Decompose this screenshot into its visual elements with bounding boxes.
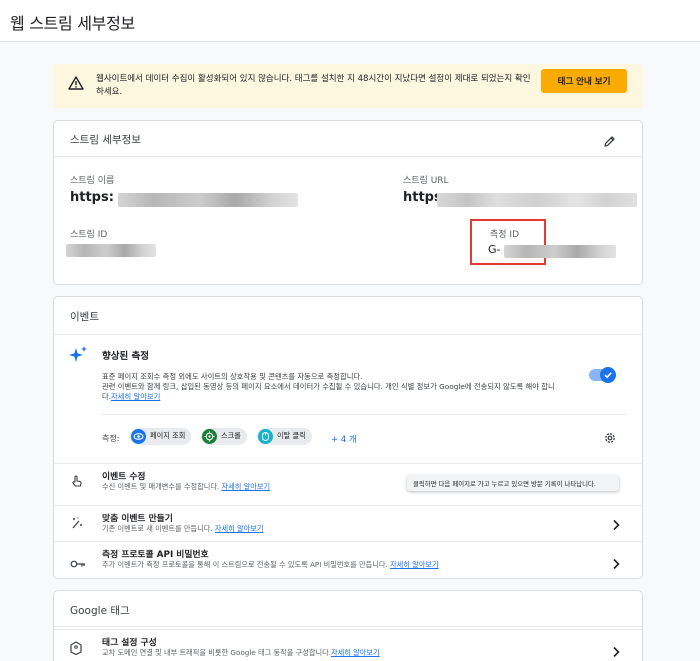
enhanced-desc-line1: 표준 페이지 조회수 측정 외에도 사이트의 상호작용 및 콘텐츠를 자동으로 … bbox=[102, 372, 363, 381]
row-sub-text: 수신 이벤트 및 매개변수를 수정합니다. bbox=[102, 482, 220, 491]
events-card: 이벤트 향상된 측정 표준 페이지 조회수 측정 외에도 사이트의 상호작용 및… bbox=[53, 296, 643, 579]
chevron-right-icon bbox=[612, 643, 620, 661]
sparkle-icon bbox=[70, 515, 84, 534]
touch-icon bbox=[70, 473, 84, 492]
highlight-box bbox=[470, 219, 546, 265]
cursor-click-icon bbox=[258, 429, 273, 444]
redacted-stream-id bbox=[66, 244, 156, 257]
row-subtitle: 기존 이벤트로 새 이벤트를 만듭니다. 자세히 알아보기 bbox=[102, 524, 264, 534]
warning-icon bbox=[68, 75, 84, 94]
row-subtitle: 추가 이벤트가 측정 프로토콜을 통해 이 스트림으로 전송될 수 있도록 AP… bbox=[102, 560, 439, 570]
chip-outbound-click[interactable]: 이탈 클릭 bbox=[257, 428, 312, 445]
crosshair-icon bbox=[202, 429, 217, 444]
list-item-tag-settings[interactable]: 태그 설정 구성 교차 도메인 연결 및 내부 트래픽을 비롯한 Google … bbox=[54, 629, 642, 661]
sparkle-icon bbox=[69, 345, 89, 369]
learn-more-link[interactable]: 자세히 알아보기 bbox=[222, 482, 271, 491]
banner-message: 웹사이트에서 데이터 수집이 활성화되어 있지 않습니다. 태그를 설치한 지 … bbox=[96, 74, 531, 97]
google-tag-card: Google 태그 태그 설정 구성 교차 도메인 연결 및 내부 트래픽을 비… bbox=[53, 590, 643, 661]
toggle-knob bbox=[600, 367, 616, 383]
chip-page-view[interactable]: 페이지 조회 bbox=[130, 428, 192, 445]
list-item-create-event[interactable]: 맞춤 이벤트 만들기 기존 이벤트로 새 이벤트를 만듭니다. 자세히 알아보기 bbox=[54, 505, 642, 538]
stream-details-title: 스트림 세부정보 bbox=[54, 121, 642, 157]
redacted-stream-url bbox=[437, 193, 637, 207]
stream-name-value: https: bbox=[70, 190, 114, 205]
row-sub-text: 기존 이벤트로 새 이벤트를 만듭니다. bbox=[102, 524, 213, 533]
row-title: 이벤트 수정 bbox=[102, 472, 146, 482]
tag-icon bbox=[70, 640, 82, 659]
enhanced-measurement-description: 표준 페이지 조회수 측정 외에도 사이트의 상호작용 및 콘텐츠를 자동으로 … bbox=[102, 372, 592, 402]
stream-details-card: 스트림 세부정보 스트림 이름 https: 스트림 URL https 스트림… bbox=[53, 120, 643, 285]
pencil-icon[interactable] bbox=[603, 133, 616, 152]
learn-more-link[interactable]: 자세히 알아보기 bbox=[215, 524, 264, 533]
row-subtitle: 수신 이벤트 및 매개변수를 수정합니다. 자세히 알아보기 bbox=[102, 482, 270, 492]
enhanced-desc-line2: 관련 이벤트와 함께 링크, 삽입된 동영상 등의 페이지 요소에서 데이터가 … bbox=[102, 382, 555, 391]
chip-scroll[interactable]: 스크롤 bbox=[201, 428, 247, 445]
google-tag-title: Google 태그 bbox=[54, 591, 642, 627]
row-title: 맞춤 이벤트 만들기 bbox=[102, 514, 173, 524]
enhanced-desc-prefix: 다. bbox=[102, 392, 112, 401]
eye-icon bbox=[131, 429, 146, 444]
chevron-right-icon bbox=[612, 516, 620, 535]
key-icon bbox=[70, 554, 86, 573]
learn-more-link[interactable]: 자세히 알아보기 bbox=[331, 648, 380, 657]
divider bbox=[102, 414, 626, 415]
tooltip: 클릭하면 다음 페이지로 가고 누르고 있으면 방문 기록이 나타납니다. bbox=[407, 475, 619, 491]
stream-url-value: https bbox=[403, 190, 442, 205]
row-sub-text: 교차 도메인 연결 및 내부 트래픽을 비롯한 Google 태그 동작을 구성… bbox=[102, 648, 332, 657]
chevron-right-icon bbox=[612, 555, 620, 574]
row-title: 태그 설정 구성 bbox=[102, 638, 157, 648]
chip-label: 페이지 조회 bbox=[150, 431, 186, 440]
redacted-stream-name bbox=[118, 193, 298, 207]
tag-guide-button[interactable]: 태그 안내 보기 bbox=[541, 69, 627, 93]
list-item-api-secret[interactable]: 측정 프로토콜 API 비밀번호 추가 이벤트가 측정 프로토콜을 통해 이 스… bbox=[54, 541, 642, 579]
enhanced-measurement-title: 향상된 측정 bbox=[102, 351, 150, 362]
learn-more-link[interactable]: 자세히 알아보기 bbox=[111, 392, 160, 401]
measuring-label: 측정: bbox=[102, 434, 120, 443]
stream-url-label: 스트림 URL bbox=[403, 176, 449, 186]
row-sub-text: 추가 이벤트가 측정 프로토콜을 통해 이 스트림으로 전송될 수 있도록 AP… bbox=[102, 560, 388, 569]
row-title: 측정 프로토콜 API 비밀번호 bbox=[102, 550, 209, 560]
row-subtitle: 교차 도메인 연결 및 내부 트래픽을 비롯한 Google 태그 동작을 구성… bbox=[102, 648, 380, 658]
enhanced-desc-line3: 다.자세히 알아보기 bbox=[102, 392, 592, 402]
stream-name-label: 스트림 이름 bbox=[70, 176, 115, 186]
header: 웹 스트림 세부정보 bbox=[0, 0, 700, 42]
warning-banner: 웹사이트에서 데이터 수집이 활성화되어 있지 않습니다. 태그를 설치한 지 … bbox=[53, 64, 643, 108]
redacted-measurement-id bbox=[504, 245, 616, 258]
chip-label: 이탈 클릭 bbox=[277, 431, 306, 440]
chip-label: 스크롤 bbox=[221, 431, 241, 440]
gear-icon[interactable] bbox=[603, 430, 617, 449]
measurement-id-value[interactable]: G- bbox=[488, 243, 501, 256]
enhanced-measurement-toggle[interactable] bbox=[589, 367, 616, 383]
stream-id-label: 스트림 ID bbox=[70, 230, 108, 240]
more-events-link[interactable]: + 4 개 bbox=[331, 433, 357, 445]
page-title: 웹 스트림 세부정보 bbox=[10, 14, 135, 33]
learn-more-link[interactable]: 자세히 알아보기 bbox=[390, 560, 439, 569]
measurement-id-label: 측정 ID bbox=[490, 230, 520, 240]
events-title: 이벤트 bbox=[54, 297, 642, 335]
